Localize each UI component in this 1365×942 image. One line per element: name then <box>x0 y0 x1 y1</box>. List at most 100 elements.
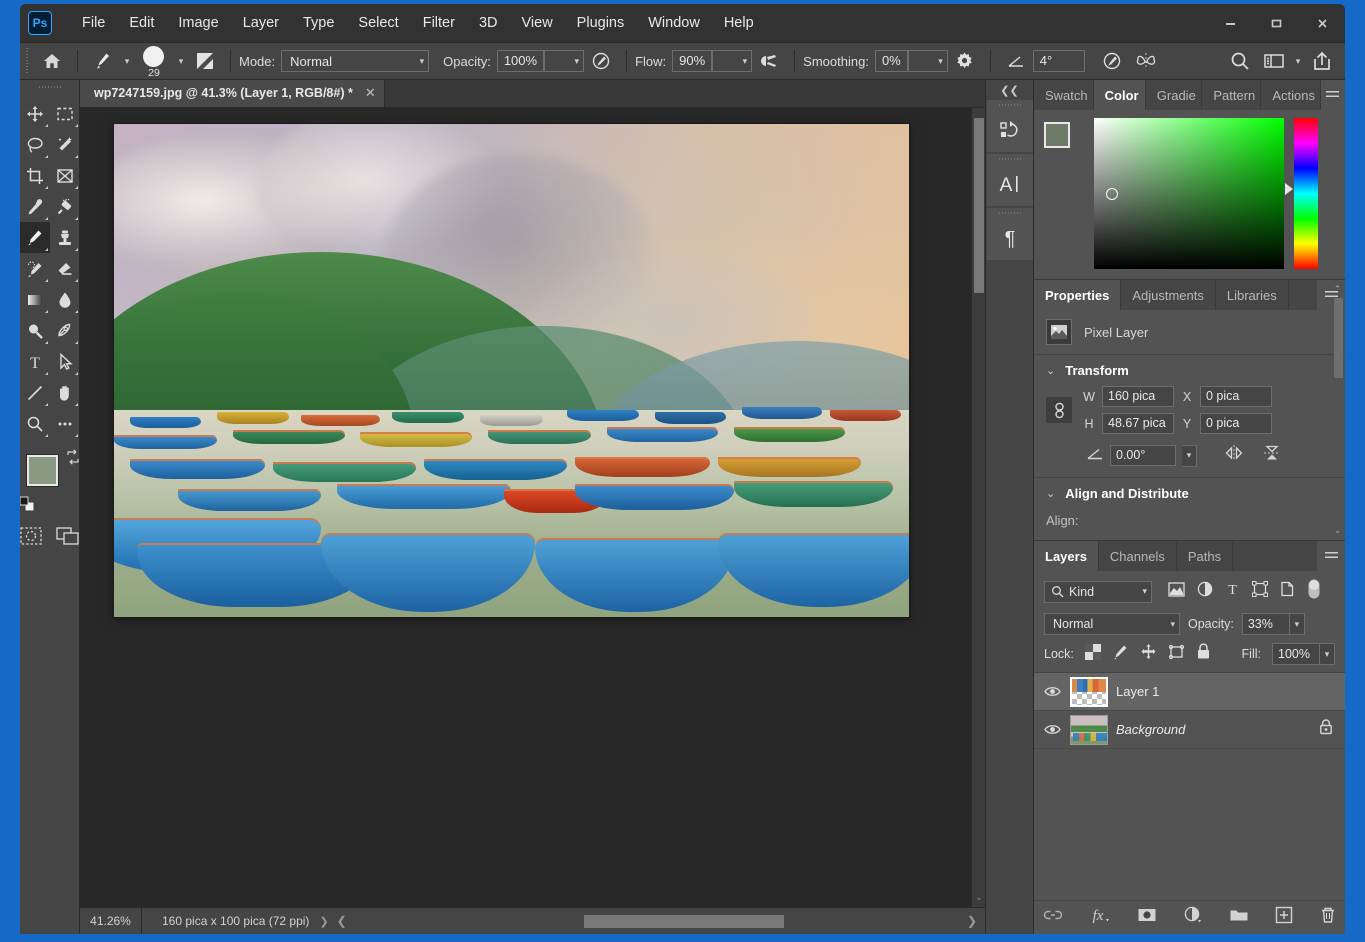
smoothing-value[interactable]: 0% <box>874 50 908 72</box>
history-panel-button[interactable] <box>986 100 1033 152</box>
scroll-right-icon[interactable]: ❯ <box>959 914 985 928</box>
eraser-tool[interactable] <box>50 253 80 284</box>
x-input[interactable]: 0 pica <box>1200 386 1272 407</box>
tab-channels[interactable]: Channels <box>1098 541 1177 571</box>
width-input[interactable]: 160 pica <box>1102 386 1174 407</box>
close-button[interactable] <box>1299 4 1345 42</box>
scroll-left-icon[interactable]: ❮ <box>329 914 355 928</box>
layers-panel-menu-icon[interactable] <box>1317 541 1345 571</box>
flow-value[interactable]: 90% <box>672 50 713 72</box>
pen-tool[interactable] <box>50 315 80 346</box>
tab-actions[interactable]: Actions <box>1261 80 1321 110</box>
zoom-level[interactable]: 41.26% <box>80 908 142 934</box>
filter-smart-object-icon[interactable] <box>1280 581 1295 602</box>
zoom-tool[interactable] <box>20 408 50 439</box>
collapse-panels-button[interactable]: ❮❮ <box>986 80 1033 100</box>
new-layer-button[interactable] <box>1275 906 1293 929</box>
new-group-button[interactable] <box>1229 907 1249 928</box>
menu-layer[interactable]: Layer <box>231 9 291 37</box>
brush-settings-panel-button[interactable] <box>188 46 222 76</box>
close-tab-icon[interactable]: ✕ <box>365 85 376 101</box>
filter-toggle-icon[interactable] <box>1307 578 1321 605</box>
flow-caret[interactable]: ▾ <box>712 50 753 72</box>
spot-healing-brush-tool[interactable] <box>50 191 80 222</box>
hue-slider[interactable] <box>1285 118 1318 269</box>
document-tab[interactable]: wp7247159.jpg @ 41.3% (Layer 1, RGB/8#) … <box>80 79 385 107</box>
opacity-value[interactable]: 100% <box>496 50 545 72</box>
menu-help[interactable]: Help <box>712 9 766 37</box>
smoothing-caret[interactable]: ▾ <box>907 50 948 72</box>
layer-name[interactable]: Background <box>1116 722 1185 737</box>
tab-color[interactable]: Color <box>1093 80 1146 110</box>
paragraph-panel-button[interactable]: ¶ <box>986 208 1033 260</box>
home-button[interactable] <box>35 46 69 76</box>
menu-window[interactable]: Window <box>636 9 712 37</box>
quick-mask-button[interactable] <box>20 525 43 552</box>
canvas-vertical-scrollbar[interactable]: ⌄ <box>971 108 985 907</box>
blur-tool[interactable] <box>50 284 80 315</box>
hand-tool[interactable] <box>50 377 80 408</box>
add-layer-mask-button[interactable] <box>1137 907 1157 928</box>
scrollbar-thumb[interactable] <box>1334 298 1343 378</box>
layer-name[interactable]: Layer 1 <box>1116 684 1159 699</box>
chevron-down-icon[interactable]: ⌄ <box>972 892 986 903</box>
blend-mode-select[interactable]: Normal ▾ <box>281 50 430 72</box>
clone-stamp-tool[interactable] <box>50 222 80 253</box>
brush-size-preview[interactable]: 29 <box>134 44 174 79</box>
tab-libraries[interactable]: Libraries <box>1215 280 1289 310</box>
scrollbar-thumb[interactable] <box>974 118 984 293</box>
default-colors-icon[interactable] <box>20 496 35 517</box>
tab-adjustments[interactable]: Adjustments <box>1121 280 1216 310</box>
y-input[interactable]: 0 pica <box>1200 413 1272 434</box>
lock-artboard-icon[interactable] <box>1168 644 1185 665</box>
object-selection-tool[interactable] <box>50 129 80 160</box>
lock-all-icon[interactable] <box>1196 643 1211 665</box>
tab-properties[interactable]: Properties <box>1034 280 1122 310</box>
path-selection-tool[interactable] <box>50 346 80 377</box>
brush-size-caret-icon[interactable]: ▾ <box>174 56 188 67</box>
foreground-color-swatch[interactable] <box>26 455 58 486</box>
layer-style-fx-button[interactable]: fx <box>1089 906 1111 929</box>
menu-view[interactable]: View <box>510 9 565 37</box>
brush-angle-value[interactable]: 4° <box>1032 50 1085 72</box>
rectangular-marquee-tool[interactable] <box>50 98 80 129</box>
layer-locked-icon[interactable] <box>1319 719 1333 740</box>
tab-paths[interactable]: Paths <box>1176 541 1234 571</box>
history-brush-tool[interactable] <box>20 253 50 284</box>
chevron-down-icon[interactable]: ⌄ <box>1046 487 1055 500</box>
layer-filter-kind-select[interactable]: Kind ▾ <box>1044 580 1152 603</box>
tab-gradients[interactable]: Gradie <box>1145 80 1203 110</box>
canvas-pane[interactable] <box>80 108 971 907</box>
layer-row-background[interactable]: Background <box>1034 711 1345 749</box>
airbrush-button[interactable] <box>752 46 786 76</box>
filter-pixel-icon[interactable] <box>1168 581 1185 602</box>
lock-image-pixels-icon[interactable] <box>1112 643 1129 665</box>
height-input[interactable]: 48.67 pica <box>1102 413 1174 434</box>
edit-toolbar-button[interactable] <box>50 408 80 439</box>
menu-plugins[interactable]: Plugins <box>565 9 637 37</box>
frame-tool[interactable] <box>50 160 80 191</box>
character-panel-button[interactable]: A <box>986 154 1033 206</box>
transform-section-header[interactable]: ⌄ Transform <box>1034 355 1345 386</box>
layer-opacity-stepper[interactable]: ▾ <box>1289 613 1305 635</box>
tab-swatches[interactable]: Swatch <box>1034 80 1094 110</box>
pressure-opacity-button[interactable] <box>584 46 618 76</box>
color-field[interactable] <box>1094 118 1284 269</box>
menu-type[interactable]: Type <box>291 9 346 37</box>
eyedropper-tool[interactable] <box>20 191 50 222</box>
move-tool[interactable] <box>20 98 50 129</box>
brush-tool[interactable] <box>20 222 50 253</box>
layer-thumbnail[interactable] <box>1070 676 1108 707</box>
brush-preset-caret-icon[interactable]: ▾ <box>120 56 134 67</box>
crop-tool[interactable] <box>20 160 50 191</box>
search-button[interactable] <box>1223 46 1257 76</box>
lock-transparent-pixels-icon[interactable] <box>1084 643 1101 665</box>
link-layers-button[interactable] <box>1043 908 1063 927</box>
dodge-tool[interactable] <box>20 315 50 346</box>
layer-row-layer-1[interactable]: Layer 1 <box>1034 673 1345 711</box>
hue-slider-marker[interactable] <box>1285 183 1293 195</box>
layer-fill-stepper[interactable]: ▾ <box>1320 643 1335 665</box>
color-panel-foreground-swatch[interactable] <box>1044 122 1070 148</box>
maximize-button[interactable] <box>1253 4 1299 42</box>
delete-layer-button[interactable] <box>1319 906 1337 929</box>
